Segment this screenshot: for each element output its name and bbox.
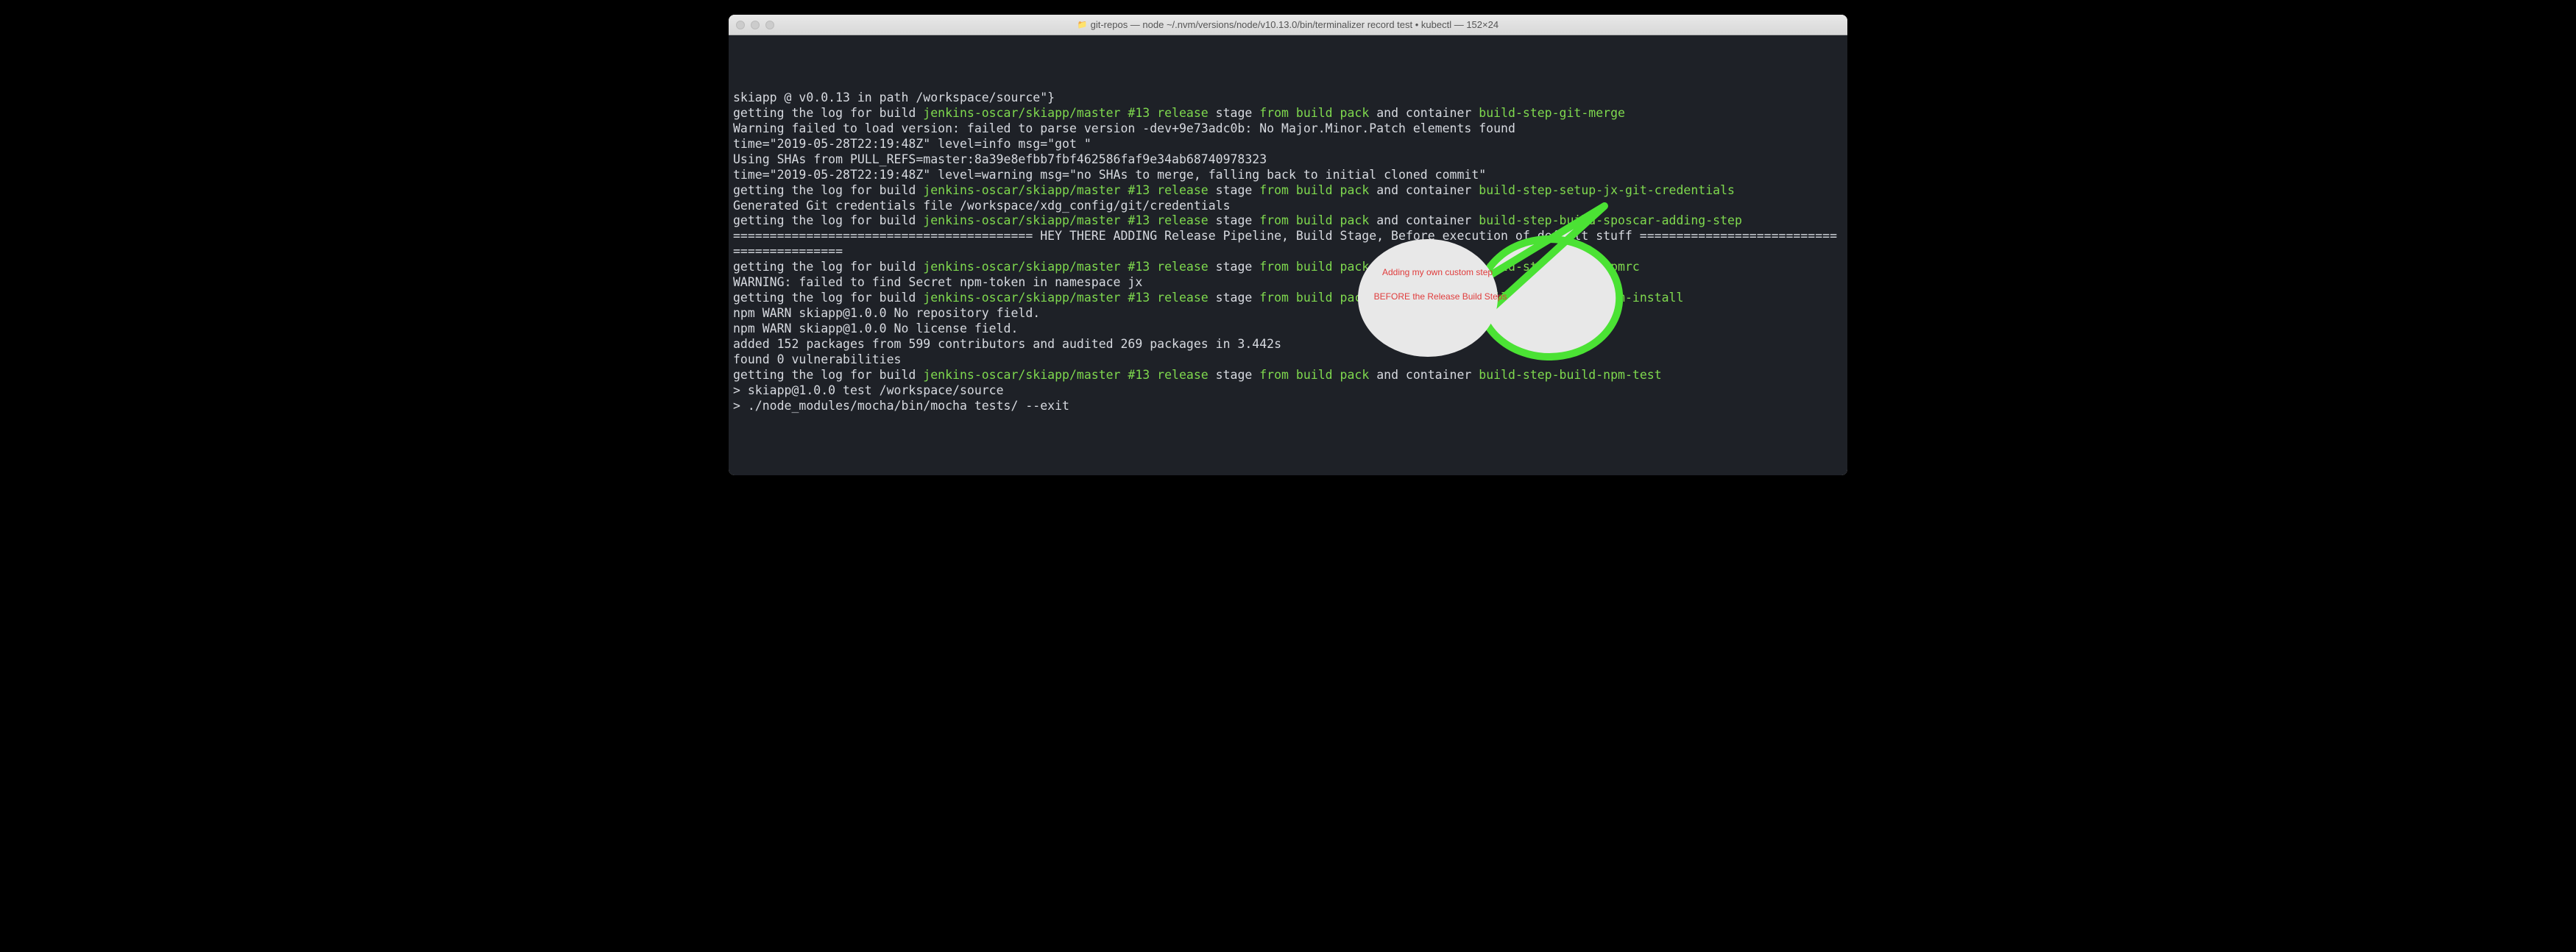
- highlighted-text: build-step-setup-jx-git-credentials: [1479, 183, 1735, 197]
- terminal-line: > ./node_modules/mocha/bin/mocha tests/ …: [733, 399, 1843, 414]
- highlighted-text: build-step-build-npm-test: [1479, 368, 1661, 382]
- terminal-line: time="2019-05-28T22:19:48Z" level=info m…: [733, 137, 1843, 152]
- terminal-line: ========================================…: [733, 229, 1843, 260]
- terminal-line: Warning failed to load version: failed t…: [733, 121, 1843, 137]
- terminal-line: getting the log for build jenkins-oscar/…: [733, 213, 1843, 229]
- highlighted-text: build-step-build-npm-install: [1479, 291, 1683, 305]
- terminal-line: Generated Git credentials file /workspac…: [733, 199, 1843, 214]
- plain-text: ========================================…: [733, 229, 1837, 258]
- highlighted-text: jenkins-oscar/skiapp/master #13 release: [923, 183, 1208, 197]
- terminal-line: skiapp @ v0.0.13 in path /workspace/sour…: [733, 90, 1843, 106]
- plain-text: stage: [1209, 213, 1260, 227]
- plain-text: found 0 vulnerabilities: [733, 352, 901, 366]
- highlighted-text: from build pack: [1259, 183, 1369, 197]
- terminal-line: added 152 packages from 599 contributors…: [733, 337, 1843, 352]
- plain-text: and container: [1369, 368, 1479, 382]
- traffic-lights: [736, 21, 774, 29]
- plain-text: stage: [1209, 368, 1260, 382]
- highlighted-text: jenkins-oscar/skiapp/master #13 release: [923, 291, 1208, 305]
- plain-text: and container: [1369, 106, 1479, 120]
- window-title-text: git-repos — node ~/.nvm/versions/node/v1…: [1091, 19, 1498, 30]
- highlighted-text: jenkins-oscar/skiapp/master #13 release: [923, 368, 1208, 382]
- plain-text: time="2019-05-28T22:19:48Z" level=warnin…: [733, 168, 1486, 182]
- terminal-line: getting the log for build jenkins-oscar/…: [733, 291, 1843, 306]
- terminal-line: getting the log for build jenkins-oscar/…: [733, 106, 1843, 121]
- plain-text: getting the log for build: [733, 213, 923, 227]
- plain-text: > skiapp@1.0.0 test /workspace/source: [733, 383, 1004, 397]
- terminal-line: npm WARN skiapp@1.0.0 No license field.: [733, 322, 1843, 337]
- terminal-line: found 0 vulnerabilities: [733, 352, 1843, 368]
- plain-text: Using SHAs from PULL_REFS=master:8a39e8e…: [733, 152, 1267, 166]
- highlighted-text: build-step-build-npmrc: [1479, 260, 1640, 274]
- plain-text: stage: [1209, 183, 1260, 197]
- plain-text: getting the log for build: [733, 291, 923, 305]
- highlighted-text: from build pack: [1259, 368, 1369, 382]
- plain-text: stage: [1209, 291, 1260, 305]
- highlighted-text: build-step-git-merge: [1479, 106, 1625, 120]
- highlighted-text: jenkins-oscar/skiapp/master #13 release: [923, 106, 1208, 120]
- highlighted-text: build-step-build-sposcar-adding-step: [1479, 213, 1742, 227]
- terminal-line: getting the log for build jenkins-oscar/…: [733, 183, 1843, 199]
- plain-text: stage: [1209, 260, 1260, 274]
- highlighted-text: from build pack: [1259, 213, 1369, 227]
- highlighted-text: jenkins-oscar/skiapp/master #13 release: [923, 213, 1208, 227]
- highlighted-text: from build pack: [1259, 291, 1369, 305]
- minimize-window-button[interactable]: [751, 21, 760, 29]
- plain-text: getting the log for build: [733, 183, 923, 197]
- terminal-line: Using SHAs from PULL_REFS=master:8a39e8e…: [733, 152, 1843, 168]
- plain-text: getting the log for build: [733, 368, 923, 382]
- plain-text: WARNING: failed to find Secret npm-token…: [733, 275, 1142, 289]
- plain-text: getting the log for build: [733, 106, 923, 120]
- plain-text: added 152 packages from 599 contributors…: [733, 337, 1281, 351]
- plain-text: > ./node_modules/mocha/bin/mocha tests/ …: [733, 399, 1069, 413]
- plain-text: and container: [1369, 183, 1479, 197]
- window-title: 📁 git-repos — node ~/.nvm/versions/node/…: [729, 19, 1847, 30]
- terminal-line: getting the log for build jenkins-oscar/…: [733, 260, 1843, 275]
- terminal-line: > skiapp@1.0.0 test /workspace/source: [733, 383, 1843, 399]
- plain-text: Generated Git credentials file /workspac…: [733, 199, 1231, 213]
- terminal-line: time="2019-05-28T22:19:48Z" level=warnin…: [733, 168, 1843, 183]
- terminal-line: getting the log for build jenkins-oscar/…: [733, 368, 1843, 383]
- highlighted-text: from build pack: [1259, 260, 1369, 274]
- plain-text: and container: [1369, 291, 1479, 305]
- plain-text: and container: [1369, 213, 1479, 227]
- terminal-window: 📁 git-repos — node ~/.nvm/versions/node/…: [729, 15, 1847, 475]
- highlighted-text: from build pack: [1259, 106, 1369, 120]
- plain-text: npm WARN skiapp@1.0.0 No repository fiel…: [733, 306, 1040, 320]
- plain-text: Warning failed to load version: failed t…: [733, 121, 1515, 135]
- close-window-button[interactable]: [736, 21, 745, 29]
- plain-text: stage: [1209, 106, 1260, 120]
- plain-text: and container: [1369, 260, 1479, 274]
- plain-text: getting the log for build: [733, 260, 923, 274]
- terminal-output[interactable]: skiapp @ v0.0.13 in path /workspace/sour…: [729, 35, 1847, 475]
- terminal-line: npm WARN skiapp@1.0.0 No repository fiel…: [733, 306, 1843, 322]
- zoom-window-button[interactable]: [765, 21, 774, 29]
- plain-text: skiapp @ v0.0.13 in path /workspace/sour…: [733, 90, 1055, 104]
- folder-icon: 📁: [1078, 20, 1088, 29]
- plain-text: npm WARN skiapp@1.0.0 No license field.: [733, 322, 1018, 335]
- highlighted-text: jenkins-oscar/skiapp/master #13 release: [923, 260, 1208, 274]
- terminal-line: WARNING: failed to find Secret npm-token…: [733, 275, 1843, 291]
- plain-text: time="2019-05-28T22:19:48Z" level=info m…: [733, 137, 1091, 151]
- window-titlebar[interactable]: 📁 git-repos — node ~/.nvm/versions/node/…: [729, 15, 1847, 35]
